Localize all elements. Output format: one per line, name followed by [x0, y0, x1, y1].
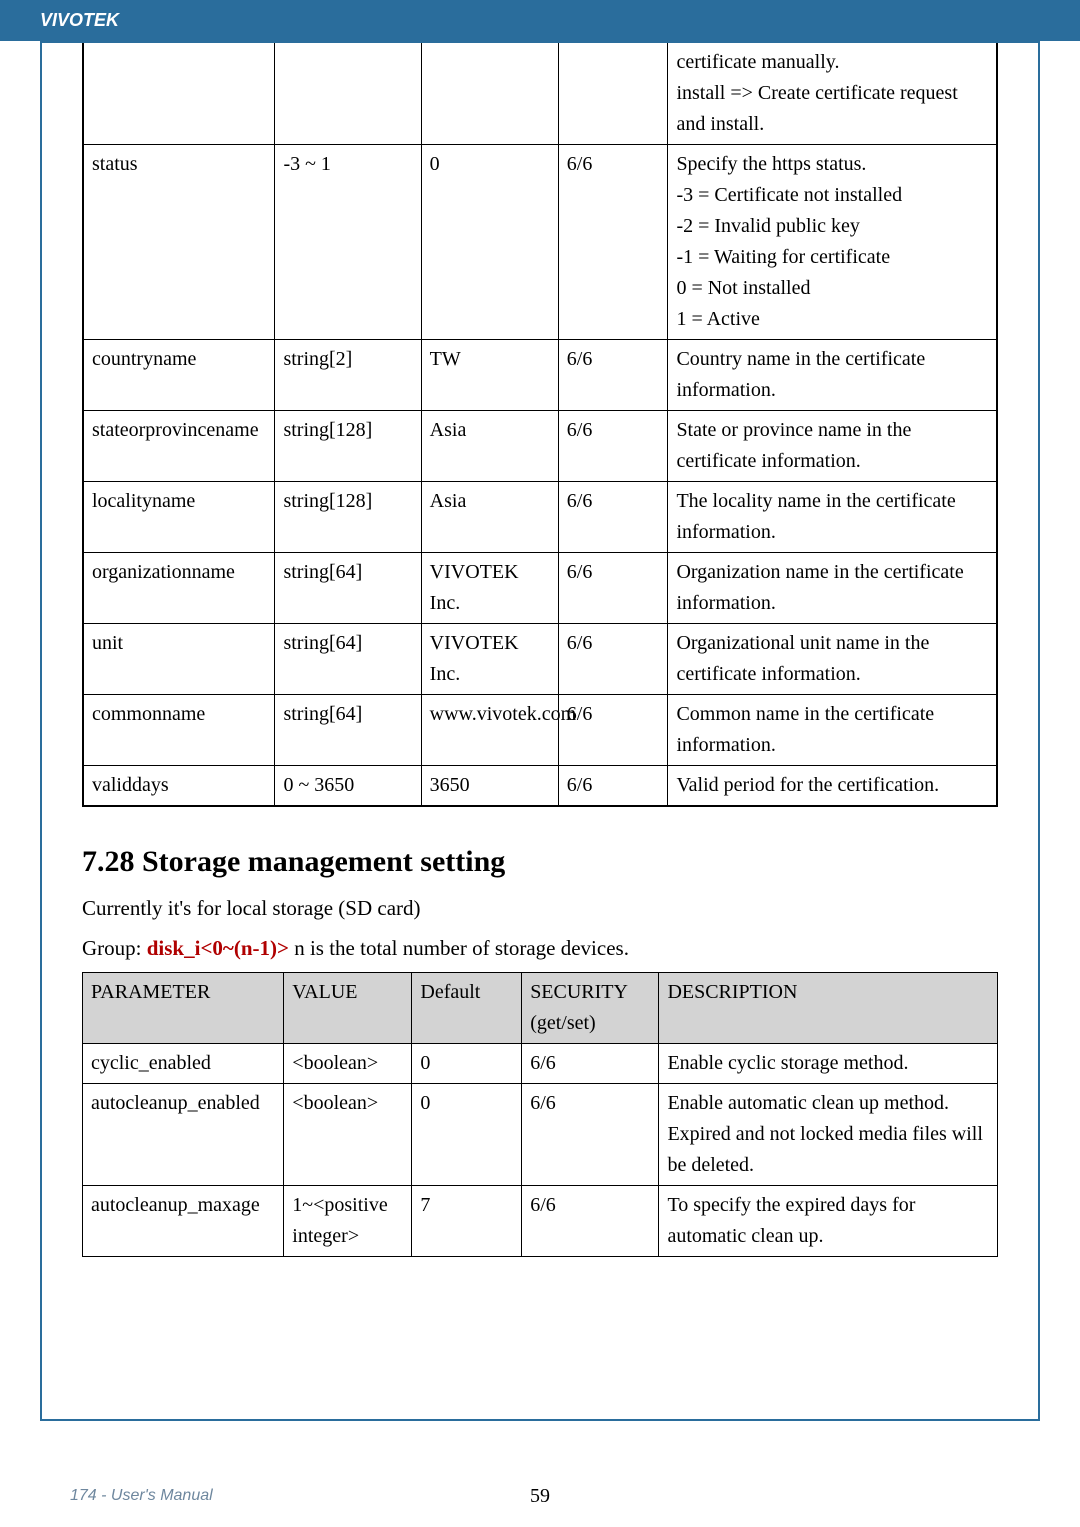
cell-default: Asia [421, 482, 558, 553]
section-subtitle: Currently it's for local storage (SD car… [82, 893, 998, 925]
cell-name: validdays [83, 766, 275, 807]
cell-description: To specify the expired days for automati… [659, 1186, 998, 1257]
cell-security: 6/6 [522, 1186, 659, 1257]
cell-description: Enable cyclic storage method. [659, 1044, 998, 1084]
table-row: localitynamestring[128]Asia6/6The locali… [83, 482, 997, 553]
group-name: disk_i<0~(n-1)> [147, 936, 289, 960]
cell-security [558, 43, 668, 145]
cell-description: Enable automatic clean up method. Expire… [659, 1084, 998, 1186]
cell-description: certificate manually. install => Create … [668, 43, 997, 145]
cell-name: stateorprovincename [83, 411, 275, 482]
page-header: VIVOTEK [0, 0, 1080, 41]
cell-default: VIVOTEK Inc. [421, 553, 558, 624]
cell-default: TW [421, 340, 558, 411]
cell-default: 3650 [421, 766, 558, 807]
cell-description: Country name in the certificate informat… [668, 340, 997, 411]
cell-description: Organizational unit name in the certific… [668, 624, 997, 695]
table-row: cyclic_enabled<boolean>06/6Enable cyclic… [83, 1044, 998, 1084]
cell-security: 6/6 [558, 145, 668, 340]
cell-value: 1~<positive integer> [284, 1186, 412, 1257]
table-row: countrynamestring[2]TW6/6Country name in… [83, 340, 997, 411]
cell-value: <boolean> [284, 1084, 412, 1186]
cell-description: Common name in the certificate informati… [668, 695, 997, 766]
cell-value: string[128] [275, 411, 421, 482]
cell-name: cyclic_enabled [83, 1044, 284, 1084]
cell-value [275, 43, 421, 145]
table-row: organizationnamestring[64]VIVOTEK Inc.6/… [83, 553, 997, 624]
cell-description: State or province name in the certificat… [668, 411, 997, 482]
cell-security: 6/6 [558, 340, 668, 411]
page-body: certificate manually. install => Create … [40, 41, 1040, 1421]
table-row: autocleanup_maxage1~<positive integer>76… [83, 1186, 998, 1257]
table-row: commonnamestring[64]www.vivotek.com6/6Co… [83, 695, 997, 766]
footer-left: 174 - User's Manual [70, 1487, 213, 1505]
cell-default: 0 [421, 145, 558, 340]
cell-name: organizationname [83, 553, 275, 624]
col-value: VALUE [284, 973, 412, 1044]
cell-default [421, 43, 558, 145]
cell-security: 6/6 [558, 624, 668, 695]
footer-page-number: 59 [530, 1485, 550, 1508]
cell-name: autocleanup_maxage [83, 1186, 284, 1257]
cell-name [83, 43, 275, 145]
cell-security: 6/6 [522, 1084, 659, 1186]
col-parameter: PARAMETER [83, 973, 284, 1044]
cell-description: The locality name in the certificate inf… [668, 482, 997, 553]
cell-value: 0 ~ 3650 [275, 766, 421, 807]
cell-security: 6/6 [558, 766, 668, 807]
table-row: validdays0 ~ 365036506/6Valid period for… [83, 766, 997, 807]
cell-name: localityname [83, 482, 275, 553]
cell-security: 6/6 [558, 553, 668, 624]
cell-value: <boolean> [284, 1044, 412, 1084]
cell-description: Specify the https status. -3 = Certifica… [668, 145, 997, 340]
section-heading: 7.28 Storage management setting [82, 845, 998, 879]
cell-name: autocleanup_enabled [83, 1084, 284, 1186]
col-security: SECURITY (get/set) [522, 973, 659, 1044]
cell-value: string[2] [275, 340, 421, 411]
cell-default: 0 [412, 1044, 522, 1084]
table-row: unitstring[64]VIVOTEK Inc.6/6Organizatio… [83, 624, 997, 695]
cell-security: 6/6 [558, 482, 668, 553]
page-footer: 174 - User's Manual 59 [0, 1487, 1080, 1505]
cell-description: Valid period for the certification. [668, 766, 997, 807]
cell-default: www.vivotek.com [421, 695, 558, 766]
cell-default: 0 [412, 1084, 522, 1186]
cell-value: string[128] [275, 482, 421, 553]
cell-default: 7 [412, 1186, 522, 1257]
cell-name: unit [83, 624, 275, 695]
https-param-table: certificate manually. install => Create … [82, 43, 998, 807]
table-row: stateorprovincenamestring[128]Asia6/6Sta… [83, 411, 997, 482]
cell-security: 6/6 [558, 411, 668, 482]
cell-name: commonname [83, 695, 275, 766]
cell-description: Organization name in the certificate inf… [668, 553, 997, 624]
storage-param-table: PARAMETER VALUE Default SECURITY (get/se… [82, 972, 998, 1257]
cell-value: string[64] [275, 553, 421, 624]
group-suffix: n is the total number of storage devices… [289, 936, 629, 960]
cell-default: Asia [421, 411, 558, 482]
cell-name: countryname [83, 340, 275, 411]
cell-value: -3 ~ 1 [275, 145, 421, 340]
cell-security: 6/6 [522, 1044, 659, 1084]
cell-value: string[64] [275, 624, 421, 695]
cell-security: 6/6 [558, 695, 668, 766]
group-prefix: Group: [82, 936, 147, 960]
col-description: DESCRIPTION [659, 973, 998, 1044]
cell-default: VIVOTEK Inc. [421, 624, 558, 695]
cell-name: status [83, 145, 275, 340]
col-default: Default [412, 973, 522, 1044]
cell-value: string[64] [275, 695, 421, 766]
section-group-line: Group: disk_i<0~(n-1)> n is the total nu… [82, 933, 998, 965]
table-row: autocleanup_enabled<boolean>06/6Enable a… [83, 1084, 998, 1186]
table-row: certificate manually. install => Create … [83, 43, 997, 145]
brand-name: VIVOTEK [40, 10, 119, 30]
table-row: status-3 ~ 106/6Specify the https status… [83, 145, 997, 340]
